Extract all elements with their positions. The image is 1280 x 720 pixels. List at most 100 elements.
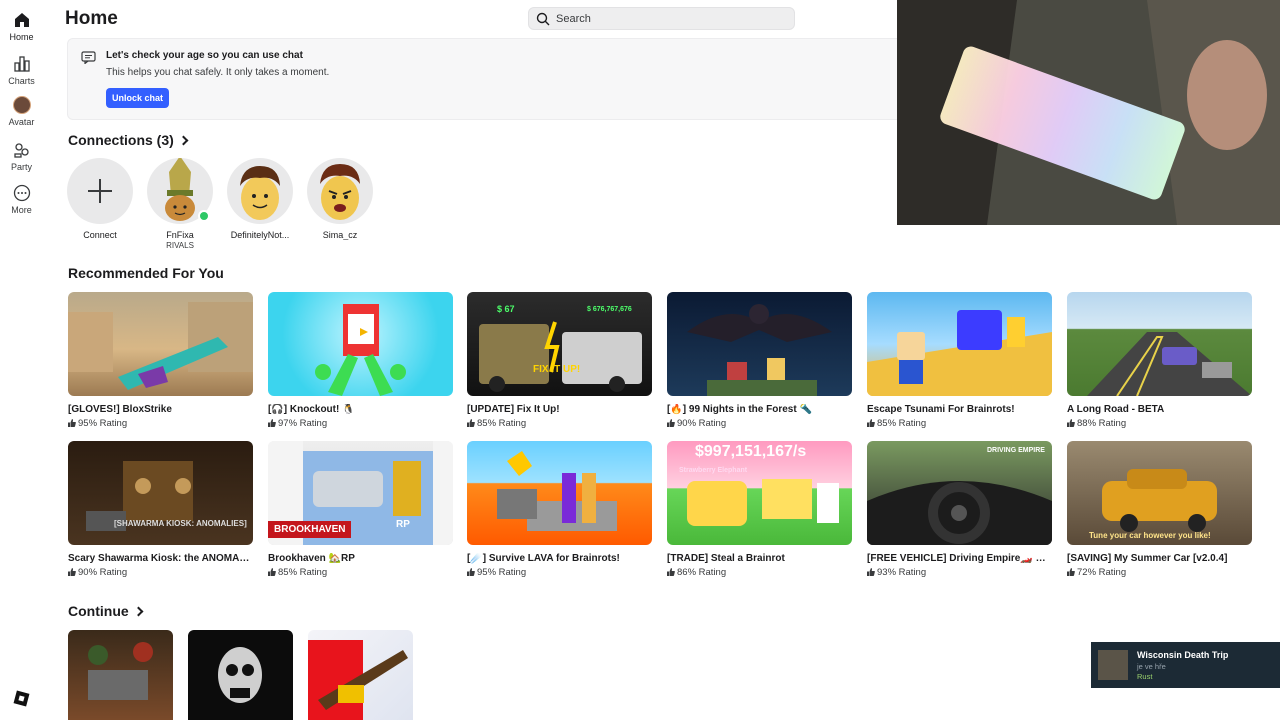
recommended-heading: Recommended For You [68, 265, 224, 281]
game-name: Brookhaven 🏡RP [268, 553, 355, 564]
game-thumbnail: BROOKHAVEN RP [268, 441, 453, 545]
game-rating: 86% Rating [667, 567, 852, 578]
game-thumbnail: DRIVING EMPIRE [867, 441, 1052, 545]
game-rating: 90% Rating [68, 567, 253, 578]
game-name: Escape Tsunami For Brainrots! [867, 404, 1015, 415]
thumbnail-text: BROOKHAVEN [268, 521, 352, 538]
game-tile[interactable]: $997,151,167/s Strawberry Elephant [TRAD… [667, 441, 852, 578]
notification-title: Wisconsin Death Trip [1137, 650, 1229, 660]
game-rating: 85% Rating [467, 418, 652, 429]
connection-fnfixa[interactable]: FnFixa RIVALS [147, 158, 213, 250]
notification-avatar [1098, 650, 1128, 680]
thumbnail-text: RP [396, 519, 410, 530]
connection-name: Sima_cz [322, 230, 358, 240]
continue-game-tile[interactable] [68, 630, 173, 720]
sidebar-item-label: More [11, 205, 32, 215]
thumbs-up-icon [867, 568, 875, 576]
sidebar-item-label: Home [9, 32, 34, 42]
connection-sima[interactable]: Sima_cz [307, 158, 373, 240]
game-tile[interactable]: Escape Tsunami For Brainrots! 85% Rating [867, 292, 1052, 429]
game-name: [☄️] Survive LAVA for Brainrots! [467, 553, 620, 564]
sidebar: Home Charts Avatar Party More [0, 0, 43, 720]
game-thumbnail [1067, 292, 1252, 396]
search-input[interactable]: Search [528, 7, 795, 30]
game-tile[interactable]: [☄️] Survive LAVA for Brainrots! 95% Rat… [467, 441, 652, 578]
connections-heading[interactable]: Connections (3) [68, 132, 189, 148]
continue-game-tile[interactable] [188, 630, 293, 720]
game-rating-text: 90% Rating [78, 567, 128, 578]
game-name: [🔥] 99 Nights in the Forest 🔦 [667, 404, 812, 415]
thumbs-up-icon [268, 419, 276, 427]
game-name: [FREE VEHICLE] Driving Empire🏎️ Car ... [867, 553, 1052, 564]
game-thumbnail [218, 647, 262, 703]
connections-title: Connections (3) [68, 132, 174, 148]
connection-status: RIVALS [166, 241, 194, 250]
game-thumbnail [467, 441, 652, 545]
game-rating-text: 90% Rating [677, 418, 727, 429]
connection-name: FnFixa [166, 230, 194, 240]
game-tile[interactable]: A Long Road - BETA 88% Rating [1067, 292, 1252, 429]
game-rating-text: 95% Rating [477, 567, 527, 578]
game-tile[interactable]: DRIVING EMPIRE [FREE VEHICLE] Driving Em… [867, 441, 1052, 578]
game-name: Scary Shawarma Kiosk: the ANOMALY ... [68, 553, 253, 564]
game-tile[interactable]: Tune your car however you like! [SAVING]… [1067, 441, 1252, 578]
game-thumbnail [667, 292, 852, 396]
game-rating: 85% Rating [268, 567, 453, 578]
thumbs-up-icon [68, 419, 76, 427]
sidebar-item-home[interactable]: Home [0, 11, 43, 42]
game-tile[interactable]: BROOKHAVEN RP Brookhaven 🏡RP 85% Rating [268, 441, 453, 578]
chevron-right-icon [133, 606, 144, 617]
thumbs-up-icon [467, 419, 475, 427]
game-thumbnail [68, 292, 253, 396]
roblox-logo-icon[interactable] [13, 690, 30, 707]
game-rating: 95% Rating [68, 418, 253, 429]
add-connection-icon [67, 158, 133, 224]
sidebar-item-charts[interactable]: Charts [0, 55, 43, 86]
unlock-chat-button[interactable]: Unlock chat [106, 88, 170, 108]
game-rating: 97% Rating [268, 418, 453, 429]
game-tile[interactable]: $ 67 $ 676,767,676 FIX IT UP! [UPDATE] F… [467, 292, 652, 429]
thumbnail-text: Tune your car however you like! [1089, 531, 1211, 540]
game-tile[interactable]: [🎧] Knockout! 🐧 97% Rating [268, 292, 453, 429]
thumbnail-text: Strawberry Elephant [679, 467, 748, 474]
game-rating-text: 86% Rating [677, 567, 727, 578]
sidebar-item-label: Avatar [8, 117, 35, 127]
game-rating: 88% Rating [1067, 418, 1252, 429]
game-thumbnail: Tune your car however you like! [1067, 441, 1252, 545]
game-tile[interactable]: [SHAWARMA KIOSK: ANOMALIES] Scary Shawar… [68, 441, 253, 578]
avatar [307, 158, 373, 224]
sidebar-item-avatar[interactable]: Avatar [0, 96, 43, 127]
search-placeholder: Search [556, 13, 591, 25]
game-tile[interactable]: [🔥] 99 Nights in the Forest 🔦 90% Rating [667, 292, 852, 429]
game-tile[interactable]: [GLOVES!] BloxStrike 95% Rating [68, 292, 253, 429]
continue-heading[interactable]: Continue [68, 603, 144, 619]
game-thumbnail: [SHAWARMA KIOSK: ANOMALIES] [68, 441, 253, 545]
home-icon [14, 13, 29, 27]
game-thumbnail [268, 292, 453, 396]
connection-definitelynot[interactable]: DefinitelyNot... [227, 158, 293, 240]
sidebar-item-more[interactable]: More [0, 184, 43, 215]
game-rating-text: 93% Rating [877, 567, 927, 578]
game-rating-text: 85% Rating [477, 418, 527, 429]
notification-game: Rust [1137, 672, 1153, 681]
thumbnail-text: $ 676,767,676 [587, 306, 632, 313]
sidebar-item-party[interactable]: Party [0, 141, 43, 172]
connection-name: Connect [83, 230, 117, 240]
more-icon [13, 184, 30, 202]
avatar [227, 158, 293, 224]
game-thumbnail [867, 292, 1052, 396]
game-rating: 85% Rating [867, 418, 1052, 429]
continue-game-tile[interactable] [308, 630, 413, 720]
game-rating-text: 97% Rating [278, 418, 328, 429]
connect-button[interactable]: Connect [67, 158, 133, 240]
chat-icon [81, 51, 96, 64]
thumbs-up-icon [667, 568, 675, 576]
game-notification-toast[interactable]: Wisconsin Death Trip je ve hře Rust [1091, 642, 1280, 688]
continue-title: Continue [68, 603, 129, 619]
party-icon [13, 143, 29, 158]
thumbs-up-icon [1067, 419, 1075, 427]
search-icon [536, 12, 550, 26]
game-rating-text: 95% Rating [78, 418, 128, 429]
game-name: [GLOVES!] BloxStrike [68, 404, 172, 415]
thumbs-up-icon [1067, 568, 1075, 576]
